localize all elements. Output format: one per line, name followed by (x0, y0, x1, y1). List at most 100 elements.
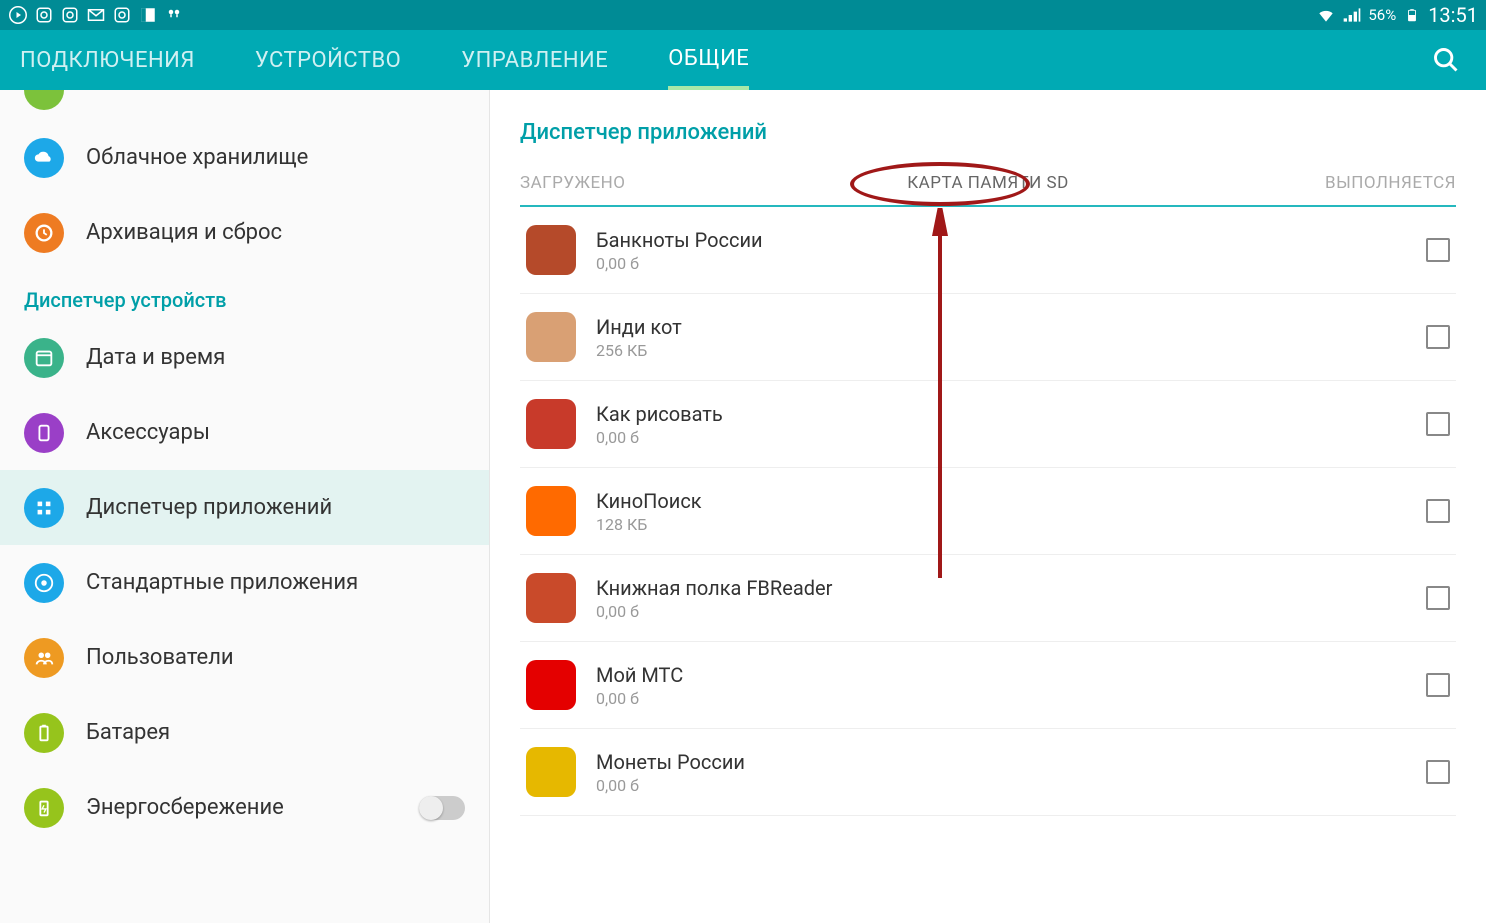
app-checkbox[interactable] (1426, 760, 1450, 784)
sidebar-label: Дата и время (86, 345, 225, 370)
app-row[interactable]: КиноПоиск 128 КБ (520, 468, 1456, 555)
status-left-icons (8, 5, 184, 25)
accessories-icon (24, 413, 64, 453)
app-name: Банкноты России (596, 228, 763, 252)
instagram-icon (34, 5, 54, 25)
instagram-icon (112, 5, 132, 25)
sidebar-label: Энергосбережение (86, 795, 284, 820)
app-row[interactable]: Банкноты России 0,00 б (520, 207, 1456, 294)
status-bar: 56% 13:51 (0, 0, 1486, 30)
wifi-icon (1316, 5, 1336, 25)
app-manager-panel: Диспетчер приложений ЗАГРУЖЕНО КАРТА ПАМ… (490, 90, 1486, 923)
calendar-icon (24, 338, 64, 378)
battery-pct: 56% (1368, 6, 1396, 24)
sidebar-label: Аксессуары (86, 420, 210, 445)
settings-tab-bar: ПОДКЛЮЧЕНИЯ УСТРОЙСТВО УПРАВЛЕНИЕ ОБЩИЕ (0, 30, 1486, 90)
app-info: Банкноты России 0,00 б (596, 228, 763, 273)
search-button[interactable] (1426, 40, 1466, 80)
sidebar-item-users[interactable]: Пользователи (0, 620, 489, 695)
tab-general[interactable]: ОБЩИЕ (668, 30, 749, 90)
flipboard-icon (138, 5, 158, 25)
app-name: Книжная полка FBReader (596, 576, 832, 600)
sidebar-label: Диспетчер приложений (86, 495, 332, 520)
subtab-downloaded[interactable]: ЗАГРУЖЕНО (520, 163, 832, 205)
sidebar-item-datetime[interactable]: Дата и время (0, 320, 489, 395)
app-info: Инди кот 256 КБ (596, 315, 682, 360)
app-icon (526, 486, 576, 536)
app-checkbox[interactable] (1426, 499, 1450, 523)
app-row[interactable]: Мой МТС 0,00 б (520, 642, 1456, 729)
app-info: КиноПоиск 128 КБ (596, 489, 702, 534)
users-icon (24, 638, 64, 678)
app-checkbox[interactable] (1426, 586, 1450, 610)
sidebar-item-defaultapps[interactable]: Стандартные приложения (0, 545, 489, 620)
sidebar-label: Пользователи (86, 645, 234, 670)
sidebar-item-backup[interactable]: Архивация и сброс (0, 195, 489, 270)
app-row[interactable]: Книжная полка FBReader 0,00 б (520, 555, 1456, 642)
app-size: 0,00 б (596, 254, 763, 273)
sidebar-label: Батарея (86, 720, 170, 745)
cloud-icon (24, 138, 64, 178)
app-size: 0,00 б (596, 428, 723, 447)
app-info: Как рисовать 0,00 б (596, 402, 723, 447)
app-checkbox[interactable] (1426, 325, 1450, 349)
tab-controls[interactable]: УПРАВЛЕНИЕ (461, 30, 608, 90)
battery-icon (1402, 5, 1422, 25)
sidebar-item-accessories[interactable]: Аксессуары (0, 395, 489, 470)
subtab-running[interactable]: ВЫПОЛНЯЕТСЯ (1144, 163, 1456, 205)
tab-device[interactable]: УСТРОЙСТВО (255, 30, 401, 90)
apps-icon (24, 488, 64, 528)
app-row[interactable]: Монеты России 0,00 б (520, 729, 1456, 816)
sidebar-item-battery[interactable]: Батарея (0, 695, 489, 770)
app-size: 256 КБ (596, 341, 682, 360)
sidebar-label: Архивация и сброс (86, 220, 282, 245)
app-info: Книжная полка FBReader 0,00 б (596, 576, 832, 621)
sidebar-section-header: Диспетчер устройств (0, 270, 489, 320)
sidebar-label: Стандартные приложения (86, 570, 358, 595)
app-name: Инди кот (596, 315, 682, 339)
backup-icon (24, 213, 64, 253)
clock: 13:51 (1428, 3, 1478, 27)
app-size: 0,00 б (596, 776, 745, 795)
app-checkbox[interactable] (1426, 238, 1450, 262)
signal-icon (1342, 5, 1362, 25)
search-icon (1432, 46, 1460, 74)
instagram-icon (60, 5, 80, 25)
app-size: 0,00 б (596, 602, 832, 621)
app-name: Монеты России (596, 750, 745, 774)
sidebar-item-cloud[interactable]: Облачное хранилище (0, 120, 489, 195)
settings-sidebar[interactable]: Облачное хранилище Архивация и сброс Дис… (0, 90, 490, 923)
app-size: 0,00 б (596, 689, 683, 708)
sidebar-label: Облачное хранилище (86, 145, 308, 170)
mail-icon (86, 5, 106, 25)
subtab-sdcard[interactable]: КАРТА ПАМЯТИ SD (832, 163, 1144, 205)
leaf-icon (24, 788, 64, 828)
app-info: Монеты России 0,00 б (596, 750, 745, 795)
app-name: Как рисовать (596, 402, 723, 426)
tab-connections[interactable]: ПОДКЛЮЧЕНИЯ (20, 30, 195, 90)
app-info: Мой МТС 0,00 б (596, 663, 683, 708)
app-row[interactable]: Как рисовать 0,00 б (520, 381, 1456, 468)
app-name: Мой МТС (596, 663, 683, 687)
app-manager-subtabs: ЗАГРУЖЕНО КАРТА ПАМЯТИ SD ВЫПОЛНЯЕТСЯ (520, 163, 1456, 207)
sidebar-item-powersave[interactable]: Энергосбережение (0, 770, 489, 845)
status-right: 56% 13:51 (1316, 3, 1478, 27)
app-icon (526, 747, 576, 797)
app-icon (526, 399, 576, 449)
app-icon (526, 225, 576, 275)
app-row[interactable]: Инди кот 256 КБ (520, 294, 1456, 381)
powersave-toggle[interactable] (419, 796, 465, 820)
sidebar-item-partial[interactable] (0, 90, 489, 120)
app-checkbox[interactable] (1426, 673, 1450, 697)
app-list[interactable]: Банкноты России 0,00 б Инди кот 256 КБ Как р… (520, 207, 1456, 816)
sidebar-item-appmanager[interactable]: Диспетчер приложений (0, 470, 489, 545)
panel-title: Диспетчер приложений (520, 90, 1456, 163)
app-icon (526, 573, 576, 623)
play-icon (8, 5, 28, 25)
notification-icon (164, 5, 184, 25)
app-icon (526, 312, 576, 362)
app-checkbox[interactable] (1426, 412, 1450, 436)
app-size: 128 КБ (596, 515, 702, 534)
app-name: КиноПоиск (596, 489, 702, 513)
default-apps-icon (24, 563, 64, 603)
